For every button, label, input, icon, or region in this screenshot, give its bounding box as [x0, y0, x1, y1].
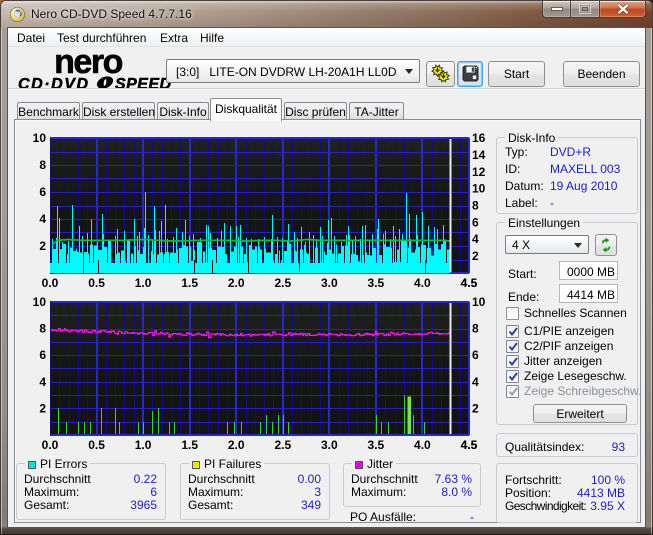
svg-text:1.5: 1.5	[181, 276, 198, 290]
svg-text:3.5: 3.5	[368, 438, 385, 452]
svg-text:12: 12	[472, 165, 486, 179]
svg-text:6: 6	[472, 215, 479, 229]
svg-text:1.5: 1.5	[181, 438, 198, 452]
svg-text:4.5: 4.5	[461, 438, 478, 452]
svg-text:8: 8	[39, 322, 46, 336]
svg-text:6: 6	[472, 348, 479, 362]
svg-text:8: 8	[472, 199, 479, 213]
svg-text:3.5: 3.5	[368, 276, 385, 290]
svg-text:2.5: 2.5	[274, 438, 291, 452]
svg-text:2.0: 2.0	[228, 276, 245, 290]
svg-text:4.0: 4.0	[414, 276, 431, 290]
svg-text:2.0: 2.0	[228, 438, 245, 452]
svg-text:4.0: 4.0	[414, 438, 431, 452]
svg-text:4: 4	[39, 212, 46, 226]
svg-text:4: 4	[39, 375, 46, 389]
svg-text:10: 10	[33, 131, 47, 145]
svg-text:1.0: 1.0	[135, 276, 152, 290]
svg-text:4: 4	[472, 232, 479, 246]
svg-text:0.0: 0.0	[42, 438, 59, 452]
svg-text:8: 8	[472, 322, 479, 336]
svg-text:3.0: 3.0	[321, 438, 338, 452]
svg-text:6: 6	[39, 185, 46, 199]
svg-text:2: 2	[472, 249, 479, 263]
svg-text:10: 10	[472, 182, 486, 196]
svg-text:10: 10	[472, 295, 486, 309]
svg-text:2: 2	[39, 239, 46, 253]
svg-text:6: 6	[39, 348, 46, 362]
svg-text:0.5: 0.5	[88, 438, 105, 452]
svg-text:0.5: 0.5	[88, 276, 105, 290]
svg-text:2.5: 2.5	[274, 276, 291, 290]
svg-text:0.0: 0.0	[42, 276, 59, 290]
svg-text:10: 10	[33, 295, 47, 309]
svg-text:2: 2	[472, 401, 479, 415]
svg-text:3.0: 3.0	[321, 276, 338, 290]
svg-text:1.0: 1.0	[135, 438, 152, 452]
svg-text:2: 2	[39, 401, 46, 415]
svg-text:14: 14	[472, 148, 486, 162]
svg-text:4: 4	[472, 375, 479, 389]
svg-text:4.5: 4.5	[461, 276, 478, 290]
svg-text:16: 16	[472, 131, 486, 145]
svg-text:8: 8	[39, 158, 46, 172]
